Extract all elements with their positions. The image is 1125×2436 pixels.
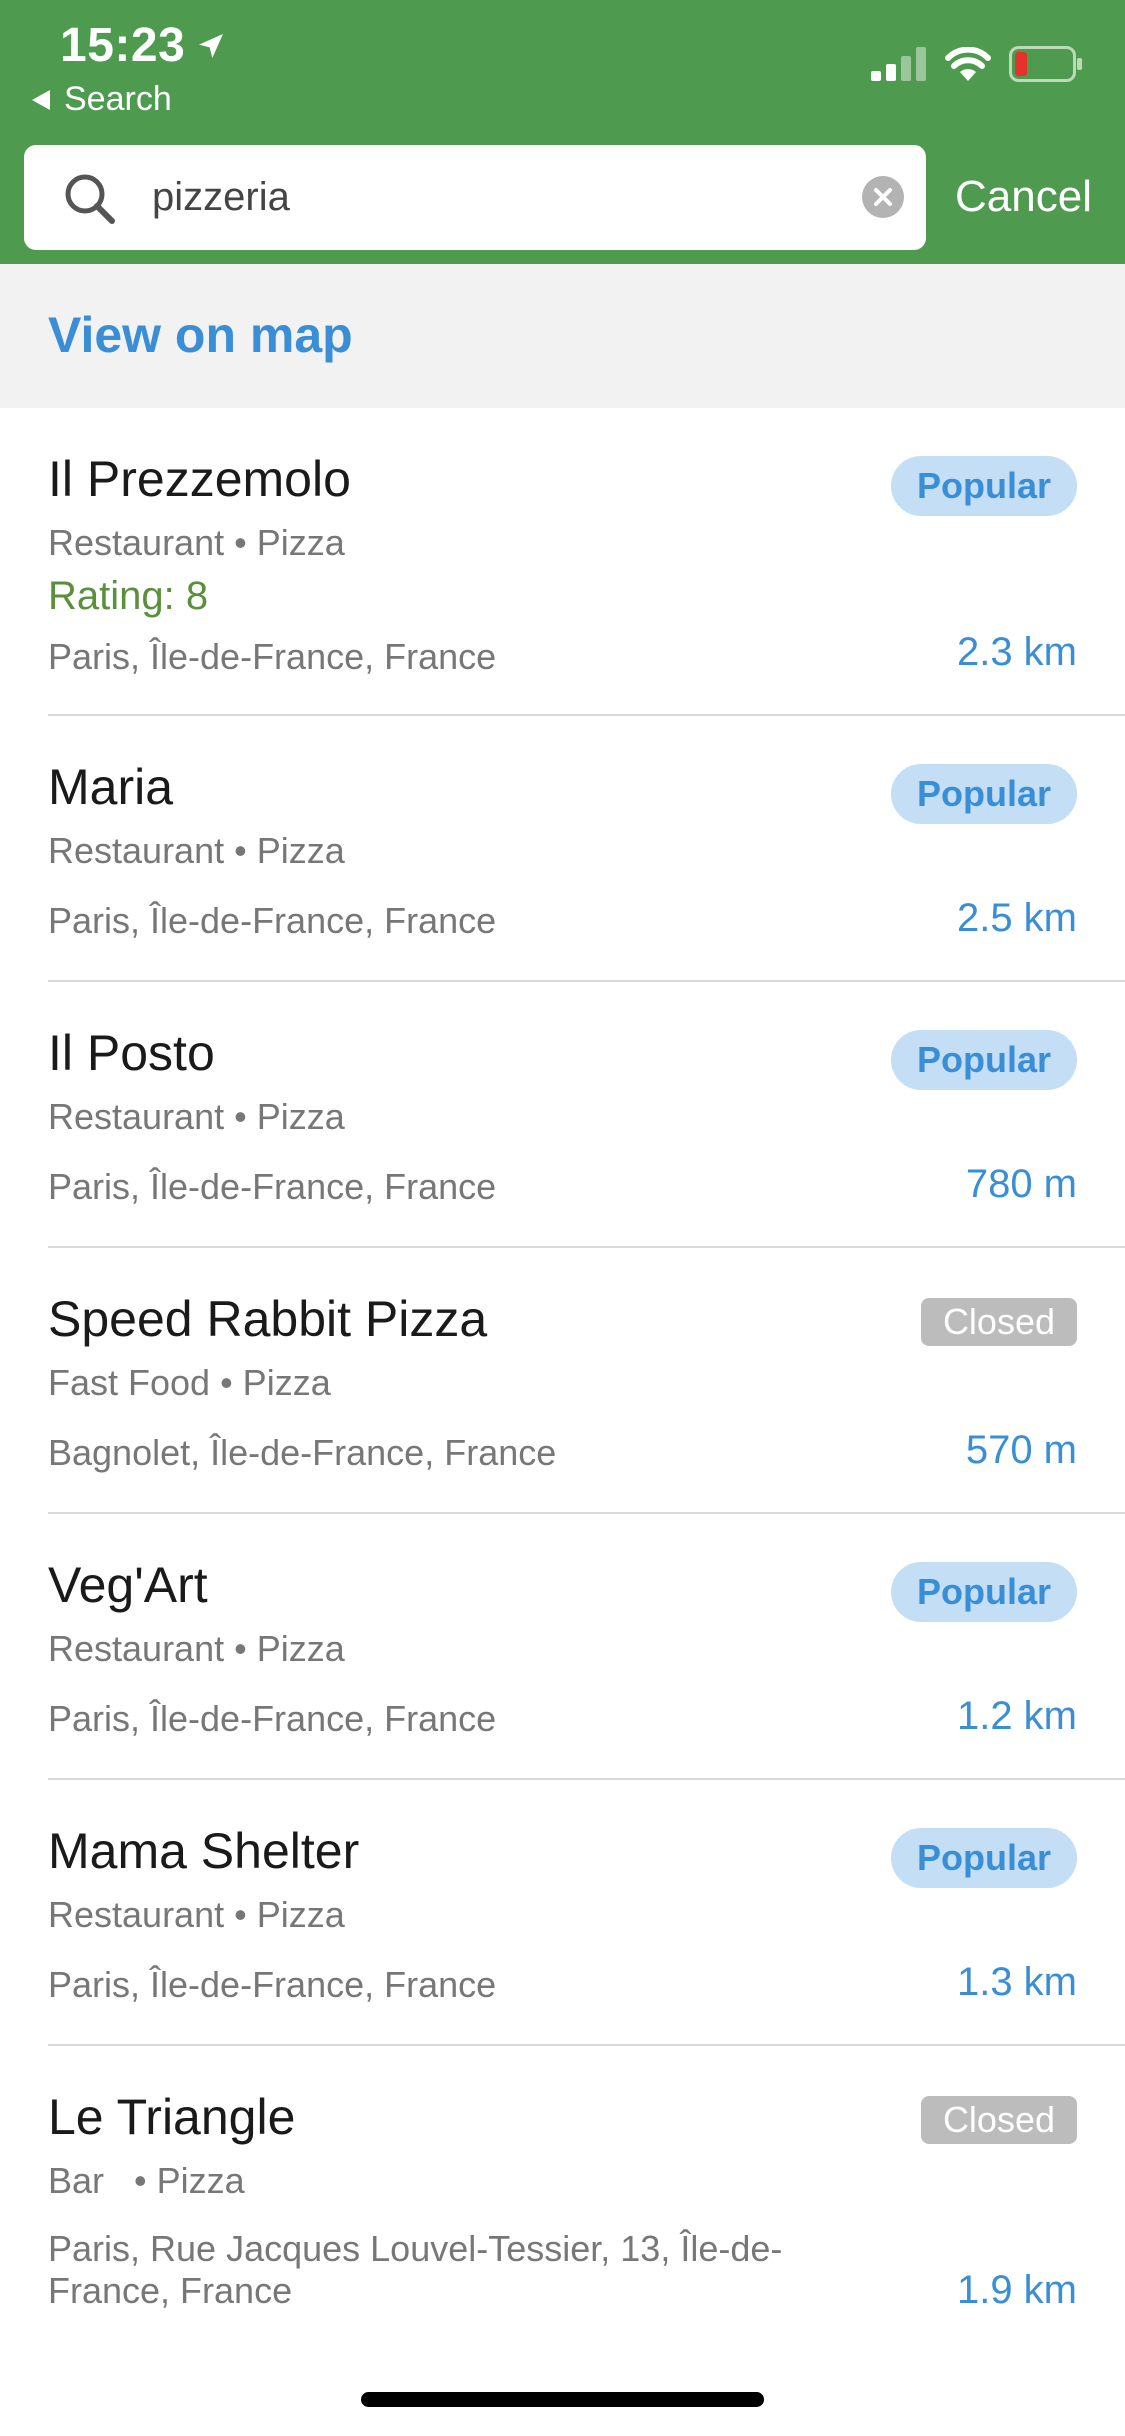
search-input[interactable] xyxy=(152,145,852,250)
result-name: Speed Rabbit Pizza xyxy=(48,1291,488,1347)
battery-icon xyxy=(1009,46,1082,82)
result-location: Paris, Rue Jacques Louvel-Tessier, 13, Î… xyxy=(48,2228,783,2311)
search-box[interactable] xyxy=(24,145,926,250)
closed-badge: Closed xyxy=(920,1298,1077,1346)
result-category: Restaurant • Pizza xyxy=(48,522,345,563)
result-category: Fast Food • Pizza xyxy=(48,1362,331,1403)
result-distance: 780 m xyxy=(965,1162,1077,1206)
result-item[interactable]: Il Posto Restaurant • Pizza Paris, Île-d… xyxy=(0,982,1125,1248)
result-category: Bar • Pizza xyxy=(48,2160,245,2201)
popular-badge: Popular xyxy=(890,1030,1077,1090)
result-item[interactable]: Il Prezzemolo Restaurant • Pizza Rating:… xyxy=(0,408,1125,716)
cancel-button[interactable]: Cancel xyxy=(955,172,1092,222)
back-label: Search xyxy=(64,80,172,118)
result-location: Paris, Île-de-France, France xyxy=(48,1166,497,1207)
result-location: Bagnolet, Île-de-France, France xyxy=(48,1432,557,1473)
result-item[interactable]: Speed Rabbit Pizza Fast Food • Pizza Bag… xyxy=(0,1248,1125,1514)
result-item[interactable]: Veg'Art Restaurant • Pizza Paris, Île-de… xyxy=(0,1514,1125,1780)
search-icon xyxy=(65,174,115,224)
result-location: Paris, Île-de-France, France xyxy=(48,1698,497,1739)
status-icons xyxy=(871,46,1083,82)
signal-icon xyxy=(871,47,926,81)
result-name: Le Triangle xyxy=(48,2089,296,2145)
result-category: Restaurant • Pizza xyxy=(48,1096,345,1137)
view-on-map-bar: View on map xyxy=(0,264,1125,408)
result-name: Il Posto xyxy=(48,1025,215,1081)
result-name: Mama Shelter xyxy=(48,1823,360,1879)
popular-badge: Popular xyxy=(890,764,1077,824)
status-time-text: 15:23 xyxy=(60,19,186,72)
result-category: Restaurant • Pizza xyxy=(48,1894,345,1935)
result-location: Paris, Île-de-France, France xyxy=(48,636,497,677)
view-on-map-link[interactable]: View on map xyxy=(48,306,353,364)
result-location: Paris, Île-de-France, France xyxy=(48,1964,497,2005)
back-triangle-icon xyxy=(32,89,50,110)
popular-badge: Popular xyxy=(890,1562,1077,1622)
result-item[interactable]: Le Triangle Bar • Pizza Paris, Rue Jacqu… xyxy=(0,2046,1125,2376)
result-name: Veg'Art xyxy=(48,1557,208,1613)
closed-badge: Closed xyxy=(920,2096,1077,2144)
result-distance: 2.5 km xyxy=(956,896,1077,940)
result-location: Paris, Île-de-France, France xyxy=(48,900,497,941)
wifi-icon xyxy=(945,47,991,81)
result-name: Maria xyxy=(48,759,174,815)
result-distance: 570 m xyxy=(965,1428,1077,1472)
result-name: Il Prezzemolo xyxy=(48,451,351,507)
clear-search-icon[interactable] xyxy=(862,176,904,218)
home-indicator[interactable] xyxy=(361,2392,764,2407)
popular-badge: Popular xyxy=(890,456,1077,516)
location-arrow-icon xyxy=(199,33,224,58)
result-item[interactable]: Maria Restaurant • Pizza Paris, Île-de-F… xyxy=(0,716,1125,982)
popular-badge: Popular xyxy=(890,1828,1077,1888)
back-to-search-link[interactable]: Search xyxy=(32,80,172,119)
result-distance: 1.3 km xyxy=(956,1960,1077,2004)
result-distance: 2.3 km xyxy=(956,630,1077,674)
result-distance: 1.2 km xyxy=(956,1694,1077,1738)
result-category: Restaurant • Pizza xyxy=(48,830,345,871)
result-item[interactable]: Mama Shelter Restaurant • Pizza Paris, Î… xyxy=(0,1780,1125,2046)
result-distance: 1.9 km xyxy=(956,2268,1077,2312)
status-time: 15:23 xyxy=(60,18,227,73)
result-rating: Rating: 8 xyxy=(48,574,209,618)
top-bar: 15:23 Search pizzeria Cancel xyxy=(0,0,1125,264)
result-category: Restaurant • Pizza xyxy=(48,1628,345,1669)
